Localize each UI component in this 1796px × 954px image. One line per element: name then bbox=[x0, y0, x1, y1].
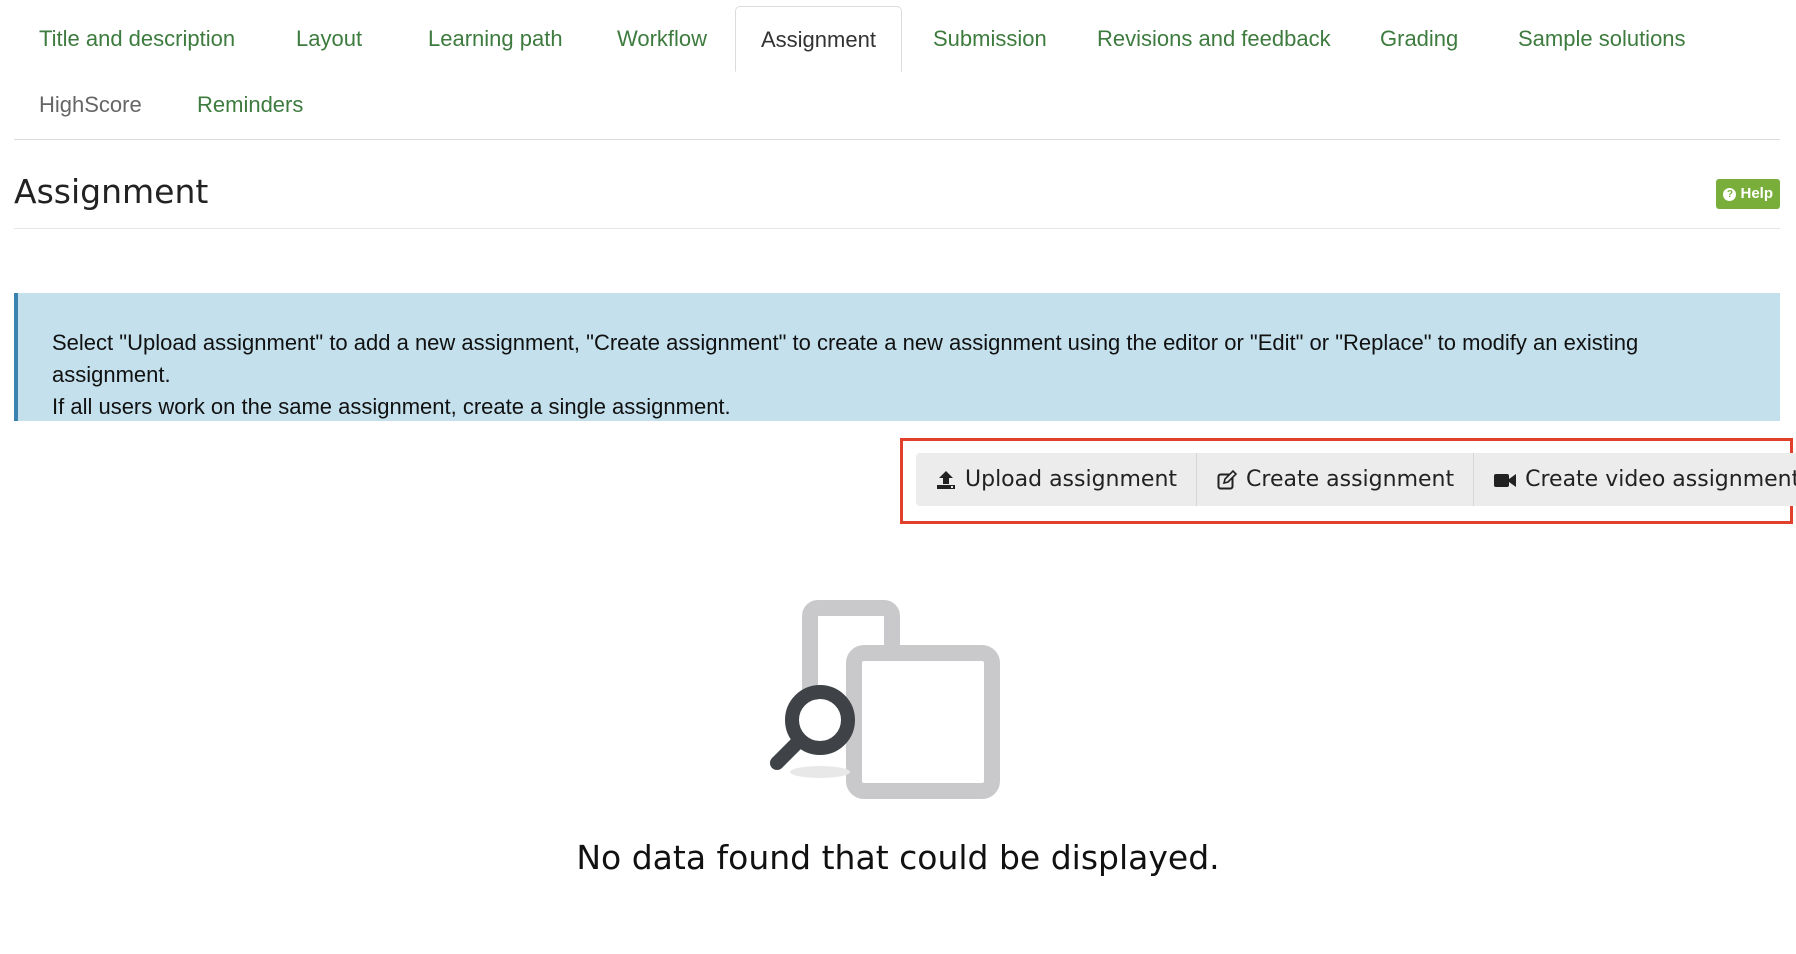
tab-workflow[interactable]: Workflow bbox=[592, 6, 732, 72]
assignment-actions: Upload assignment Create assignment Crea… bbox=[916, 453, 1796, 506]
video-camera-icon bbox=[1493, 469, 1517, 491]
tab-layout[interactable]: Layout bbox=[271, 6, 387, 72]
create-assignment-label: Create assignment bbox=[1246, 467, 1455, 492]
question-circle-icon: ? bbox=[1723, 187, 1737, 201]
tab-assignment[interactable]: Assignment bbox=[735, 6, 902, 72]
help-button[interactable]: ? Help bbox=[1716, 179, 1780, 209]
tab-title-and-description[interactable]: Title and description bbox=[14, 6, 260, 72]
magnifier-icon bbox=[770, 685, 855, 778]
create-video-assignment-label: Create video assignment bbox=[1525, 467, 1796, 492]
title-divider bbox=[14, 228, 1780, 229]
upload-icon bbox=[935, 469, 957, 491]
upload-assignment-button[interactable]: Upload assignment bbox=[916, 453, 1198, 506]
tab-reminders[interactable]: Reminders bbox=[172, 72, 328, 138]
tab-grading[interactable]: Grading bbox=[1355, 6, 1483, 72]
create-video-assignment-button[interactable]: Create video assignment bbox=[1474, 453, 1796, 506]
tab-revisions-and-feedback[interactable]: Revisions and feedback bbox=[1072, 6, 1356, 72]
upload-assignment-label: Upload assignment bbox=[965, 467, 1178, 492]
tab-sample-solutions[interactable]: Sample solutions bbox=[1493, 6, 1711, 72]
tab-bar: Title and description Layout Learning pa… bbox=[14, 6, 1780, 140]
info-line-1: Select "Upload assignment" to add a new … bbox=[52, 330, 1639, 387]
info-message: Select "Upload assignment" to add a new … bbox=[14, 293, 1780, 421]
empty-state-illustration bbox=[760, 600, 1000, 800]
create-assignment-button[interactable]: Create assignment bbox=[1197, 453, 1475, 506]
help-label: Help bbox=[1740, 185, 1773, 202]
page-title: Assignment bbox=[14, 172, 209, 211]
tab-highscore[interactable]: HighScore bbox=[14, 72, 167, 138]
edit-icon bbox=[1216, 469, 1238, 491]
tab-submission[interactable]: Submission bbox=[908, 6, 1072, 72]
info-line-2: If all users work on the same assignment… bbox=[52, 394, 731, 419]
tab-learning-path[interactable]: Learning path bbox=[403, 6, 588, 72]
empty-state-message: No data found that could be displayed. bbox=[576, 838, 1220, 877]
